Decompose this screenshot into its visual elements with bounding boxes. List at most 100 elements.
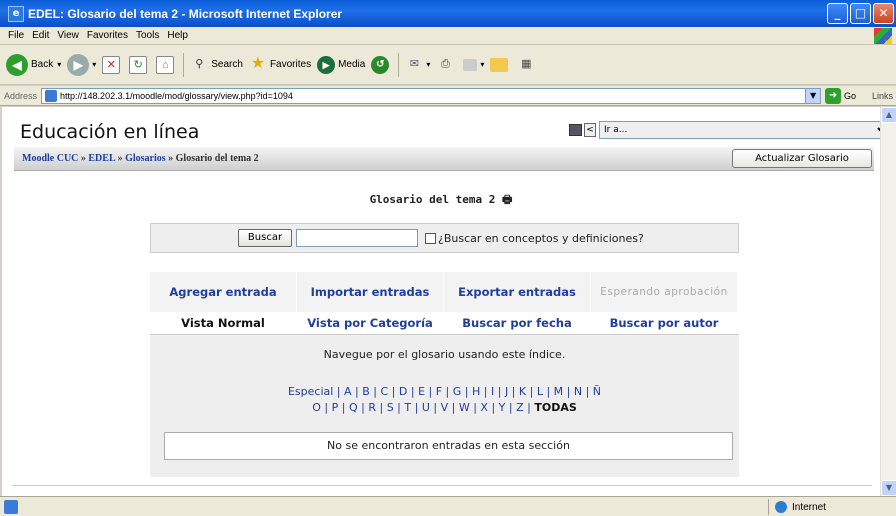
history-button[interactable]: ↺ [371, 55, 392, 74]
edit-button[interactable]: ▾ [463, 58, 484, 71]
mail-button[interactable]: ✉ ▾ [405, 56, 431, 74]
stop-button[interactable]: ✕ [102, 55, 123, 74]
alphabet-link[interactable]: N [574, 385, 582, 398]
media-label: Media [338, 59, 366, 70]
research-button[interactable]: ▦ [517, 56, 538, 74]
status-bar: Internet [0, 496, 896, 516]
previous-activity-button[interactable]: < [584, 123, 596, 137]
alphabet-index: Especial | A | B | C | D | E | F | G | H… [150, 384, 739, 416]
search-button[interactable]: ⚲ Search [190, 56, 243, 74]
alphabet-link[interactable]: Z [516, 401, 524, 414]
update-glossary-button[interactable]: Actualizar Glosario [732, 149, 872, 168]
alphabet-separator: | [357, 401, 369, 414]
toolbar: ◀ Back ▾ ▶ ▾ ✕ ↻ ⌂ ⚲ Search ★ Favorites ▶ Medi… [0, 45, 896, 85]
alphabet-separator: | [425, 385, 436, 398]
minimize-button[interactable]: _ [827, 3, 848, 24]
breadcrumb-root[interactable]: Moodle CUC [22, 153, 78, 164]
search-definitions-checkbox[interactable] [425, 232, 436, 244]
media-button[interactable]: ▶ Media [317, 55, 366, 74]
tab-normal-view[interactable]: Vista Normal [150, 312, 297, 334]
alphabet-row: Especial | A | B | C | D | E | F | G | H… [150, 384, 739, 400]
divider [12, 485, 872, 486]
jump-menu: < Ir a... [569, 121, 880, 139]
security-zone: Internet [768, 499, 826, 515]
links-button[interactable]: Links [872, 91, 893, 101]
mail-icon: ✉ [409, 57, 419, 70]
tab-add-entry[interactable]: Agregar entrada [150, 272, 297, 312]
alphabet-separator: | [411, 401, 422, 414]
address-dropdown-icon[interactable]: ▼ [805, 88, 821, 103]
tab-category-view[interactable]: Vista por Categoría [297, 312, 444, 334]
menu-file[interactable]: File [8, 30, 24, 41]
alphabet-separator: | [369, 385, 381, 398]
menu-favorites[interactable]: Favorites [87, 30, 128, 41]
alphabet-link[interactable]: U [422, 401, 430, 414]
print-button[interactable]: ⎙ [436, 56, 457, 74]
menu-edit[interactable]: Edit [32, 30, 49, 41]
alphabet-link[interactable]: Especial [288, 385, 333, 398]
alphabet-separator: | [338, 401, 349, 414]
address-input[interactable]: http://148.202.3.1/moodle/mod/glossary/v… [41, 87, 822, 104]
alphabet-separator: | [523, 401, 535, 414]
search-input[interactable] [296, 229, 418, 247]
star-icon: ★ [250, 54, 266, 72]
tab-search-by-date[interactable]: Buscar por fecha [444, 312, 591, 334]
alphabet-link[interactable]: W [459, 401, 470, 414]
alphabet-link[interactable]: M [554, 385, 564, 398]
tab-export-entries[interactable]: Exportar entradas [444, 272, 591, 312]
alphabet-separator: | [469, 401, 481, 414]
globe-icon [775, 501, 787, 513]
address-label: Address [4, 90, 38, 101]
search-submit-button[interactable]: Buscar [238, 229, 292, 247]
alphabet-separator: | [508, 385, 519, 398]
folder-button[interactable] [490, 57, 511, 72]
back-arrow-icon: ◀ [6, 53, 28, 76]
breadcrumb-module[interactable]: Glosarios [125, 153, 166, 164]
menu-view[interactable]: View [57, 30, 79, 41]
alphabet-separator: | [393, 401, 405, 414]
printer-icon[interactable]: 🖶 [502, 193, 512, 206]
stop-icon: ✕ [102, 55, 121, 74]
address-bar: Address http://148.202.3.1/moodle/mod/gl… [0, 86, 896, 106]
vertical-scrollbar[interactable]: ▲ ▼ [880, 107, 896, 496]
glossary-title: Glosario del tema 2 🖶 [2, 191, 880, 210]
refresh-button[interactable]: ↻ [129, 55, 150, 74]
menu-tools[interactable]: Tools [136, 30, 159, 41]
maximize-button[interactable]: □ [850, 3, 871, 24]
menu-help[interactable]: Help [167, 30, 188, 41]
close-button[interactable]: ✕ [873, 3, 894, 24]
alphabet-link[interactable]: Q [349, 401, 358, 414]
window-title: EDEL: Glosario del tema 2 - Microsoft In… [28, 6, 343, 21]
favorites-button[interactable]: ★ Favorites [249, 54, 311, 74]
alphabet-separator: | [442, 385, 453, 398]
edit-icon [463, 58, 478, 71]
alphabet-separator: | [407, 385, 419, 398]
alphabet-link[interactable]: E [418, 385, 425, 398]
forward-button[interactable]: ▶ ▾ [67, 53, 96, 76]
jump-to-select[interactable]: Ir a... [599, 121, 880, 139]
alphabet-separator: | [582, 385, 593, 398]
alphabet-link[interactable]: X [480, 401, 488, 414]
tab-import-entries[interactable]: Importar entradas [297, 272, 444, 312]
alphabet-link[interactable]: A [344, 385, 352, 398]
alphabet-separator: | [563, 385, 574, 398]
alphabet-link[interactable]: B [362, 385, 370, 398]
breadcrumb-course[interactable]: EDEL [88, 153, 115, 164]
media-icon: ▶ [317, 55, 336, 74]
alphabet-link[interactable]: R [368, 401, 376, 414]
back-button[interactable]: ◀ Back ▾ [6, 53, 61, 76]
scroll-down-icon[interactable]: ▼ [881, 480, 896, 496]
alphabet-link[interactable]: S [387, 401, 394, 414]
scroll-up-icon[interactable]: ▲ [881, 107, 896, 123]
go-button[interactable]: ➜ Go [825, 87, 856, 104]
alphabet-link[interactable]: V [441, 401, 449, 414]
search-label: Search [211, 59, 243, 70]
alphabet-separator: | [429, 401, 441, 414]
alphabet-separator: | [461, 385, 472, 398]
home-button[interactable]: ⌂ [156, 55, 177, 74]
alphabet-separator: | [448, 401, 459, 414]
alphabet-link[interactable]: O [312, 401, 321, 414]
tab-search-by-author[interactable]: Buscar por autor [591, 312, 738, 334]
alphabet-separator: | [351, 385, 363, 398]
alphabet-link[interactable]: Ñ [593, 385, 601, 398]
